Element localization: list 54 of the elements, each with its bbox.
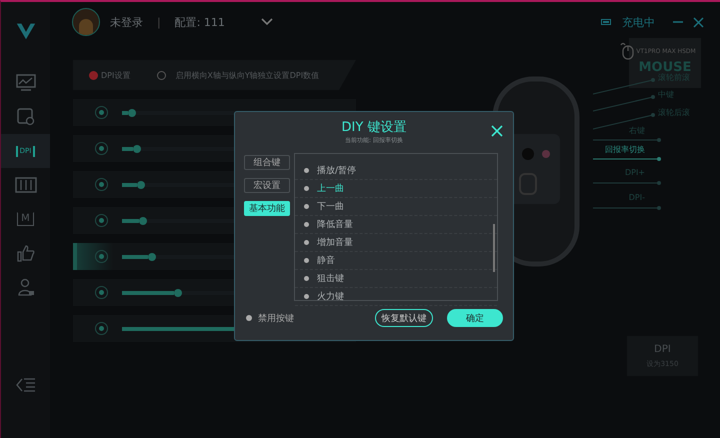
dialog-button[interactable]: 确定 <box>447 309 503 327</box>
leader-line <box>593 95 655 112</box>
leader-line <box>593 157 661 161</box>
avatar[interactable] <box>72 8 100 36</box>
function-item[interactable]: 火力键 <box>295 288 497 306</box>
radio-button[interactable] <box>95 322 108 335</box>
user-icon <box>16 278 34 296</box>
user-name: 未登录 <box>110 14 143 30</box>
radio-button[interactable] <box>157 70 166 80</box>
profile-label: 配置: 111 <box>174 14 225 30</box>
screen-gear-icon <box>16 108 34 126</box>
slider-thumb[interactable] <box>137 180 146 188</box>
thumbs-up-icon <box>16 244 34 262</box>
radio-button[interactable] <box>95 214 108 227</box>
radio-button[interactable] <box>95 178 108 191</box>
mouse-icon <box>620 42 634 60</box>
function-item[interactable]: 上一曲 <box>295 180 497 198</box>
slider-thumb[interactable] <box>132 144 141 152</box>
slider-thumb[interactable] <box>128 108 136 116</box>
leader-line <box>593 206 661 210</box>
dialog-button[interactable]: 恢复默认键 <box>375 309 433 327</box>
chart-icon <box>16 74 36 92</box>
slider-thumb[interactable] <box>148 252 156 260</box>
dialog-tab[interactable]: 基本功能 <box>244 201 290 216</box>
leader-line <box>593 138 661 142</box>
leader-line <box>593 78 655 95</box>
slider-thumb[interactable] <box>139 216 148 224</box>
charging-status: 充电中 <box>622 14 655 30</box>
slider-thumb[interactable] <box>174 288 182 296</box>
leader-line <box>593 181 661 185</box>
dpi-card-title: DPI <box>654 344 671 354</box>
scrollbar[interactable] <box>493 224 495 272</box>
function-item[interactable]: 播放/暂停 <box>295 162 497 180</box>
radio-button[interactable] <box>95 142 108 155</box>
radio-button[interactable] <box>95 286 108 299</box>
button-label[interactable]: 回报率切换 <box>605 144 645 155</box>
dialog-tab[interactable]: 组合键 <box>244 155 290 170</box>
dialog-tab[interactable]: 宏设置 <box>244 178 290 193</box>
dpi-settings-title: DPI设置 <box>101 70 130 80</box>
separator-text: | <box>157 16 161 28</box>
disable-key-label: 禁用按键 <box>258 312 294 324</box>
sliders-icon <box>14 177 36 193</box>
radio-button[interactable] <box>246 315 252 321</box>
battery-icon <box>601 19 612 25</box>
dialog-title: DIY 键设置 <box>342 119 406 136</box>
option-label: 启用横向X轴与纵向Y轴独立设置DPI数值 <box>175 70 320 80</box>
function-item[interactable]: 下一曲 <box>295 198 497 216</box>
radio-button[interactable] <box>95 106 108 119</box>
collapse-menu-icon[interactable] <box>16 378 36 392</box>
indicator-dot <box>89 70 98 80</box>
function-item[interactable]: 狙击键 <box>295 270 497 288</box>
radio-button[interactable] <box>95 250 108 263</box>
chevron-down-icon[interactable] <box>260 18 273 26</box>
macro-icon: M <box>17 212 34 226</box>
